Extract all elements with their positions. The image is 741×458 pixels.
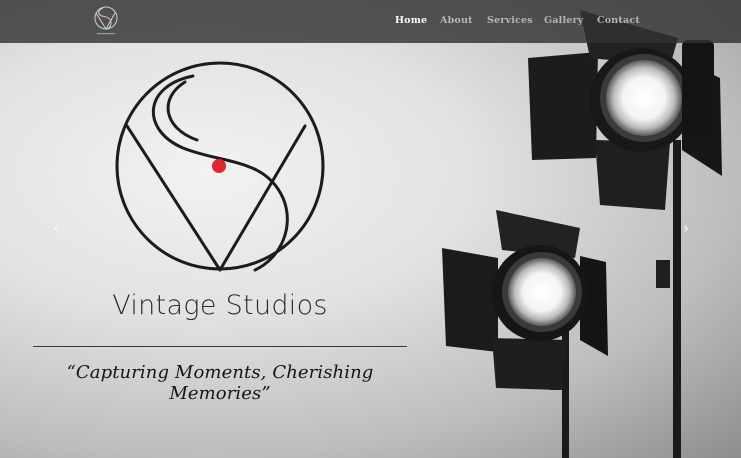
divider [33, 346, 407, 347]
tagline: “Capturing Moments, Cherishing Memories” [66, 362, 374, 404]
nav-link-contact[interactable]: Contact [597, 15, 640, 26]
nav-link-services[interactable]: Services [487, 15, 533, 26]
vs-monogram-icon[interactable] [91, 4, 121, 38]
nav-link-about[interactable]: About [440, 15, 473, 26]
carousel-next-arrow[interactable]: › [678, 220, 694, 238]
navbar: Home About Services Gallery Contact [0, 0, 741, 43]
chevron-right-icon: › [683, 221, 689, 237]
brand-name: Vintage Studios [112, 290, 328, 321]
hero-carousel: Vintage Studios “Capturing Moments, Cher… [0, 0, 741, 458]
accent-dot [212, 159, 226, 173]
chevron-left-icon: ‹ [53, 221, 59, 237]
nav-link-gallery[interactable]: Gallery [544, 15, 583, 26]
nav-link-home[interactable]: Home [395, 15, 427, 26]
vs-monogram-logo [115, 61, 325, 272]
carousel-prev-arrow[interactable]: ‹ [48, 220, 64, 238]
